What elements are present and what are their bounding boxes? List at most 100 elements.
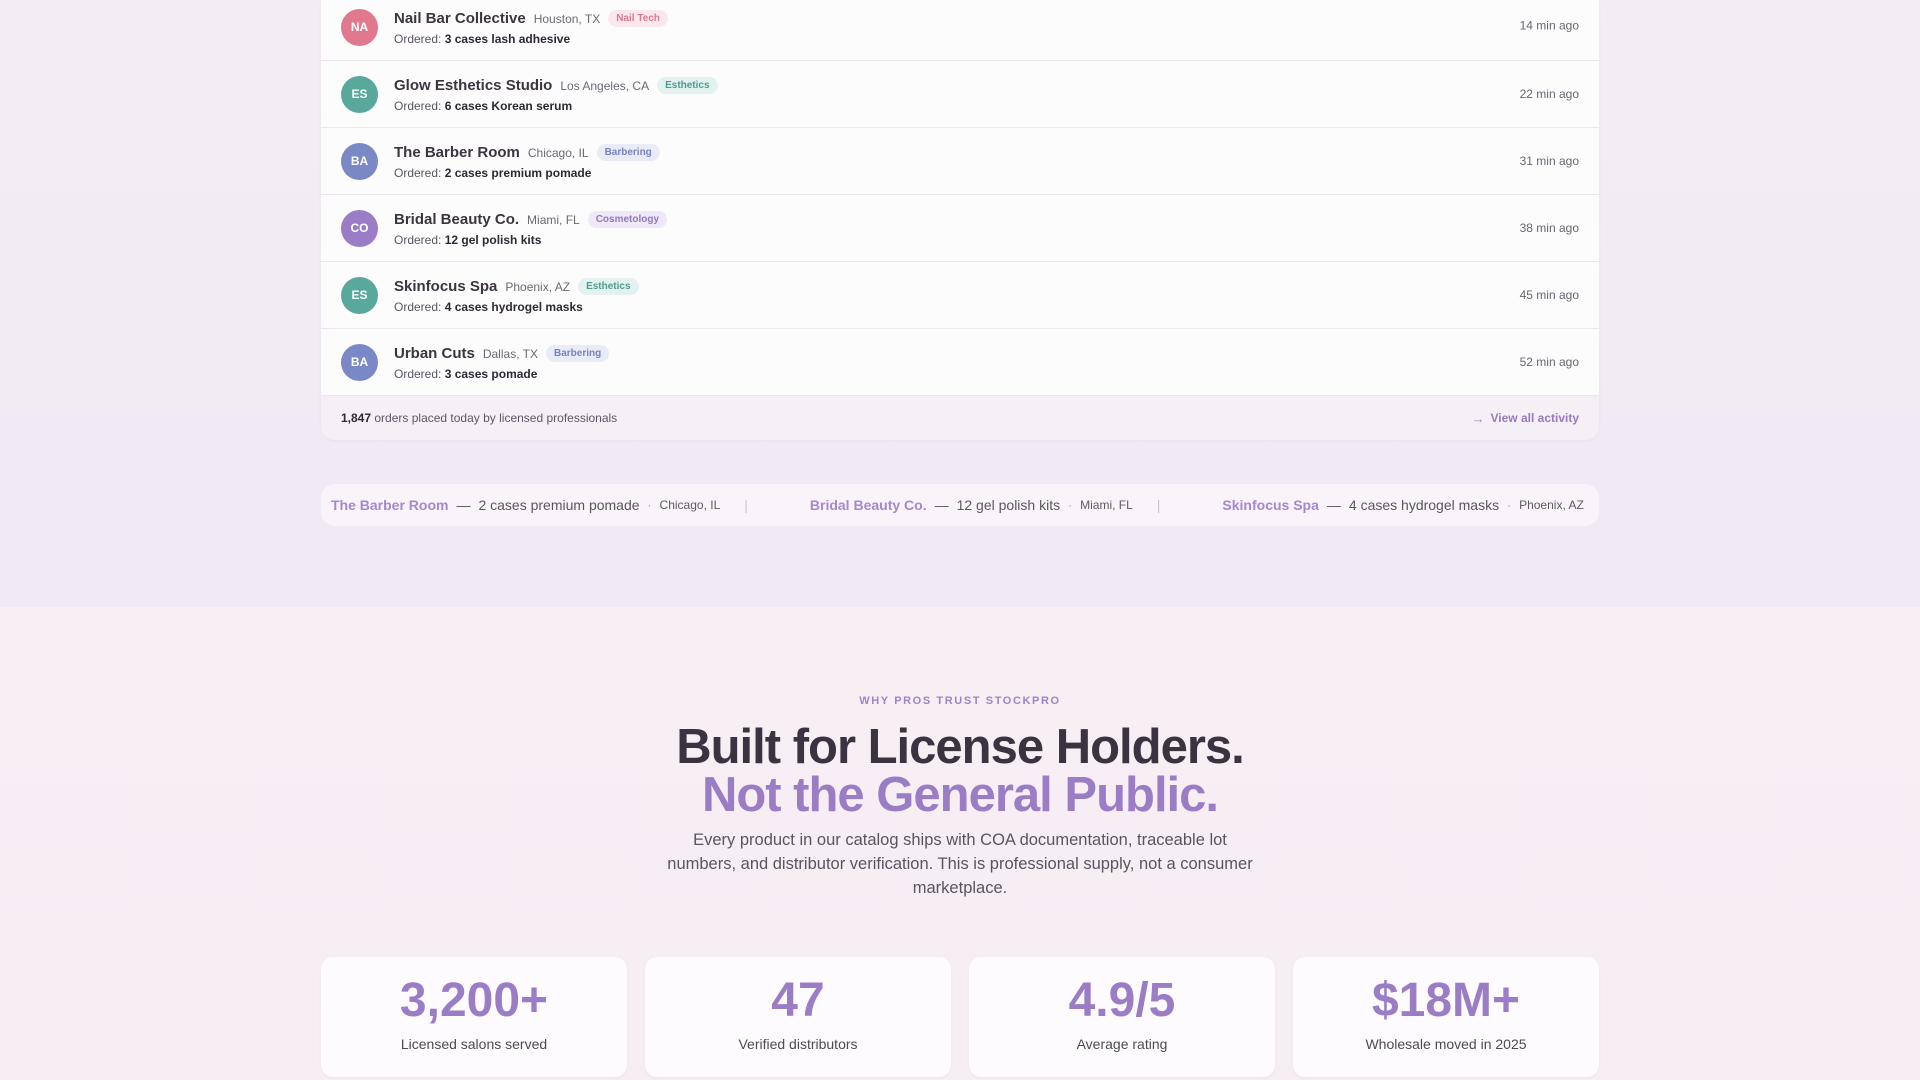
stats-grid: 3,200+ Licensed salons served 47 Verified d… — [321, 957, 1599, 1077]
stat-label: Verified distributors — [738, 1036, 858, 1052]
orders-today-count: 1,847 — [341, 411, 372, 425]
order-time: 31 min ago — [1519, 154, 1579, 168]
ticker-product: 12 gel polish kits — [956, 497, 1061, 513]
activity-row-body: Nail Bar Collective Houston, TX Nail Tech O… — [394, 9, 668, 46]
license-tag: Esthetics — [578, 278, 639, 295]
license-tag: Esthetics — [657, 77, 718, 94]
activity-feed: NA Nail Bar Collective Houston, TX Nail Tec… — [321, 0, 1599, 440]
stat-label: Licensed salons served — [400, 1036, 548, 1052]
ticker-business-name: Skinfocus Spa — [1222, 497, 1319, 513]
ordered-item: 12 gel polish kits — [444, 232, 542, 247]
stat-value: $18M+ — [1371, 974, 1521, 1027]
business-name: The Barber Room — [394, 144, 520, 161]
ticker-separator: | — [1156, 497, 1161, 513]
ordered-label: Ordered: — [394, 366, 442, 381]
order-time: 45 min ago — [1519, 288, 1579, 302]
stat-card: 47 Verified distributors — [645, 957, 951, 1077]
ticker-product: 2 cases premium pomade — [478, 497, 640, 513]
activity-feed-footer: 1,847 orders placed today by licensed pr… — [321, 396, 1599, 440]
ticker-location: Phoenix, AZ — [1519, 498, 1584, 512]
avatar: NA — [341, 8, 378, 46]
activity-row-body: Skinfocus Spa Phoenix, AZ Esthetics Ordered… — [394, 277, 639, 314]
license-tag: Nail Tech — [608, 10, 668, 27]
activity-row[interactable]: NA Nail Bar Collective Houston, TX Nail Tec… — [321, 0, 1599, 61]
ticker-dash: — — [456, 497, 471, 513]
ticker-business-name: The Barber Room — [331, 497, 449, 513]
activity-row-header: Nail Bar Collective Houston, TX Nail Tech — [394, 9, 668, 29]
ordered-label: Ordered: — [394, 98, 442, 113]
view-all-activity-label: View all activity — [1490, 411, 1580, 425]
activity-row-body: The Barber Room Chicago, IL Barbering Order… — [394, 143, 660, 180]
activity-row[interactable]: BA Urban Cuts Dallas, TX Barbering Ordered: … — [321, 329, 1599, 396]
business-name: Skinfocus Spa — [394, 278, 498, 295]
business-location: Houston, TX — [533, 11, 601, 26]
view-all-activity-link[interactable]: → View all activity — [1472, 411, 1580, 426]
stat-card: 4.9/5 Average rating — [969, 957, 1275, 1077]
ticker-product: 4 cases hydrogel masks — [1348, 497, 1500, 513]
activity-row[interactable]: BA The Barber Room Chicago, IL Barbering Ord… — [321, 128, 1599, 195]
stat-value: 4.9/5 — [1068, 974, 1176, 1027]
activity-row-body: Urban Cuts Dallas, TX Barbering Ordered: 3 … — [394, 344, 610, 381]
stat-card: $18M+ Wholesale moved in 2025 — [1293, 957, 1599, 1077]
ordered-item: 4 cases hydrogel masks — [444, 299, 583, 314]
business-location: Los Angeles, CA — [560, 78, 650, 93]
license-tag: Barbering — [545, 345, 610, 362]
ticker-item: The Barber Room — 2 cases premium pomade · C… — [331, 497, 720, 513]
ticker-business-name: Bridal Beauty Co. — [809, 497, 927, 513]
stat-value: 47 — [771, 974, 825, 1027]
avatar: CO — [341, 209, 378, 247]
avatar: ES — [341, 75, 378, 113]
ordered-item: 6 cases Korean serum — [444, 98, 573, 113]
activity-row-header: Glow Esthetics Studio Los Angeles, CA Esth… — [394, 76, 718, 96]
ordered-item: 3 cases pomade — [444, 366, 538, 381]
ticker-location: Miami, FL — [1080, 498, 1133, 512]
business-location: Dallas, TX — [482, 346, 538, 361]
ordered-label: Ordered: — [394, 165, 442, 180]
avatar: BA — [341, 142, 378, 180]
activity-row-body: Bridal Beauty Co. Miami, FL Cosmetology Ord… — [394, 210, 668, 247]
order-time: 52 min ago — [1519, 355, 1579, 369]
ticker-dash: — — [934, 497, 949, 513]
ticker-location: Chicago, IL — [659, 498, 721, 512]
order-time: 38 min ago — [1519, 221, 1579, 235]
activity-row-body: Glow Esthetics Studio Los Angeles, CA Esth… — [394, 76, 718, 113]
activity-row-header: Bridal Beauty Co. Miami, FL Cosmetology — [394, 210, 668, 230]
activity-row[interactable]: ES Glow Esthetics Studio Los Angeles, CA Es… — [321, 61, 1599, 128]
why-lede: Every product in our catalog ships with … — [667, 831, 1253, 897]
stat-label: Average rating — [1076, 1036, 1168, 1052]
activity-feed-rows: NA Nail Bar Collective Houston, TX Nail Tec… — [321, 0, 1599, 396]
activity-row[interactable]: ES Skinfocus Spa Phoenix, AZ Esthetics Order… — [321, 262, 1599, 329]
order-summary: Ordered: 12 gel polish kits — [394, 233, 667, 247]
order-summary: Ordered: 6 cases Korean serum — [394, 99, 718, 113]
stat-card: 3,200+ Licensed salons served — [321, 957, 627, 1077]
business-name: Urban Cuts — [394, 345, 475, 362]
order-summary: Ordered: 4 cases hydrogel masks — [394, 300, 639, 314]
avatar: BA — [341, 343, 378, 381]
avatar: ES — [341, 276, 378, 314]
ticker-separator: | — [744, 497, 748, 513]
order-time: 14 min ago — [1519, 18, 1579, 33]
activity-row-header: Urban Cuts Dallas, TX Barbering — [394, 344, 610, 364]
activity-row-header: Skinfocus Spa Phoenix, AZ Esthetics — [394, 277, 639, 297]
ticker-dot: · — [1507, 498, 1512, 512]
business-location: Chicago, IL — [527, 145, 589, 160]
order-ticker: The Barber Room — 2 cases premium pomade · C… — [321, 484, 1599, 526]
ticker-dash: — — [1326, 497, 1341, 513]
ordered-label: Ordered: — [394, 232, 442, 247]
ordered-item: 3 cases lash adhesive — [444, 31, 571, 46]
ordered-item: 2 cases premium pomade — [444, 165, 592, 180]
business-location: Miami, FL — [527, 212, 580, 227]
license-tag: Barbering — [596, 144, 660, 161]
order-time: 22 min ago — [1519, 87, 1579, 101]
stat-label: Wholesale moved in 2025 — [1365, 1036, 1527, 1052]
business-name: Glow Esthetics Studio — [394, 77, 553, 94]
activity-row[interactable]: CO Bridal Beauty Co. Miami, FL Cosmetology O… — [321, 195, 1599, 262]
ticker-item: Skinfocus Spa — 4 cases hydrogel masks · Pho… — [1222, 497, 1583, 513]
order-summary: Ordered: 2 cases premium pomade — [394, 166, 660, 180]
ticker-dot: · — [1068, 498, 1073, 512]
why-eyebrow: WHY PROS TRUST STOCKPRO — [859, 695, 1061, 707]
order-summary: Ordered: 3 cases pomade — [394, 367, 609, 381]
ticker-item: Bridal Beauty Co. — 12 gel polish kits · Mia… — [810, 497, 1133, 513]
orders-today-text: orders placed today by licensed professi… — [374, 411, 618, 425]
order-summary: Ordered: 3 cases lash adhesive — [394, 32, 668, 46]
